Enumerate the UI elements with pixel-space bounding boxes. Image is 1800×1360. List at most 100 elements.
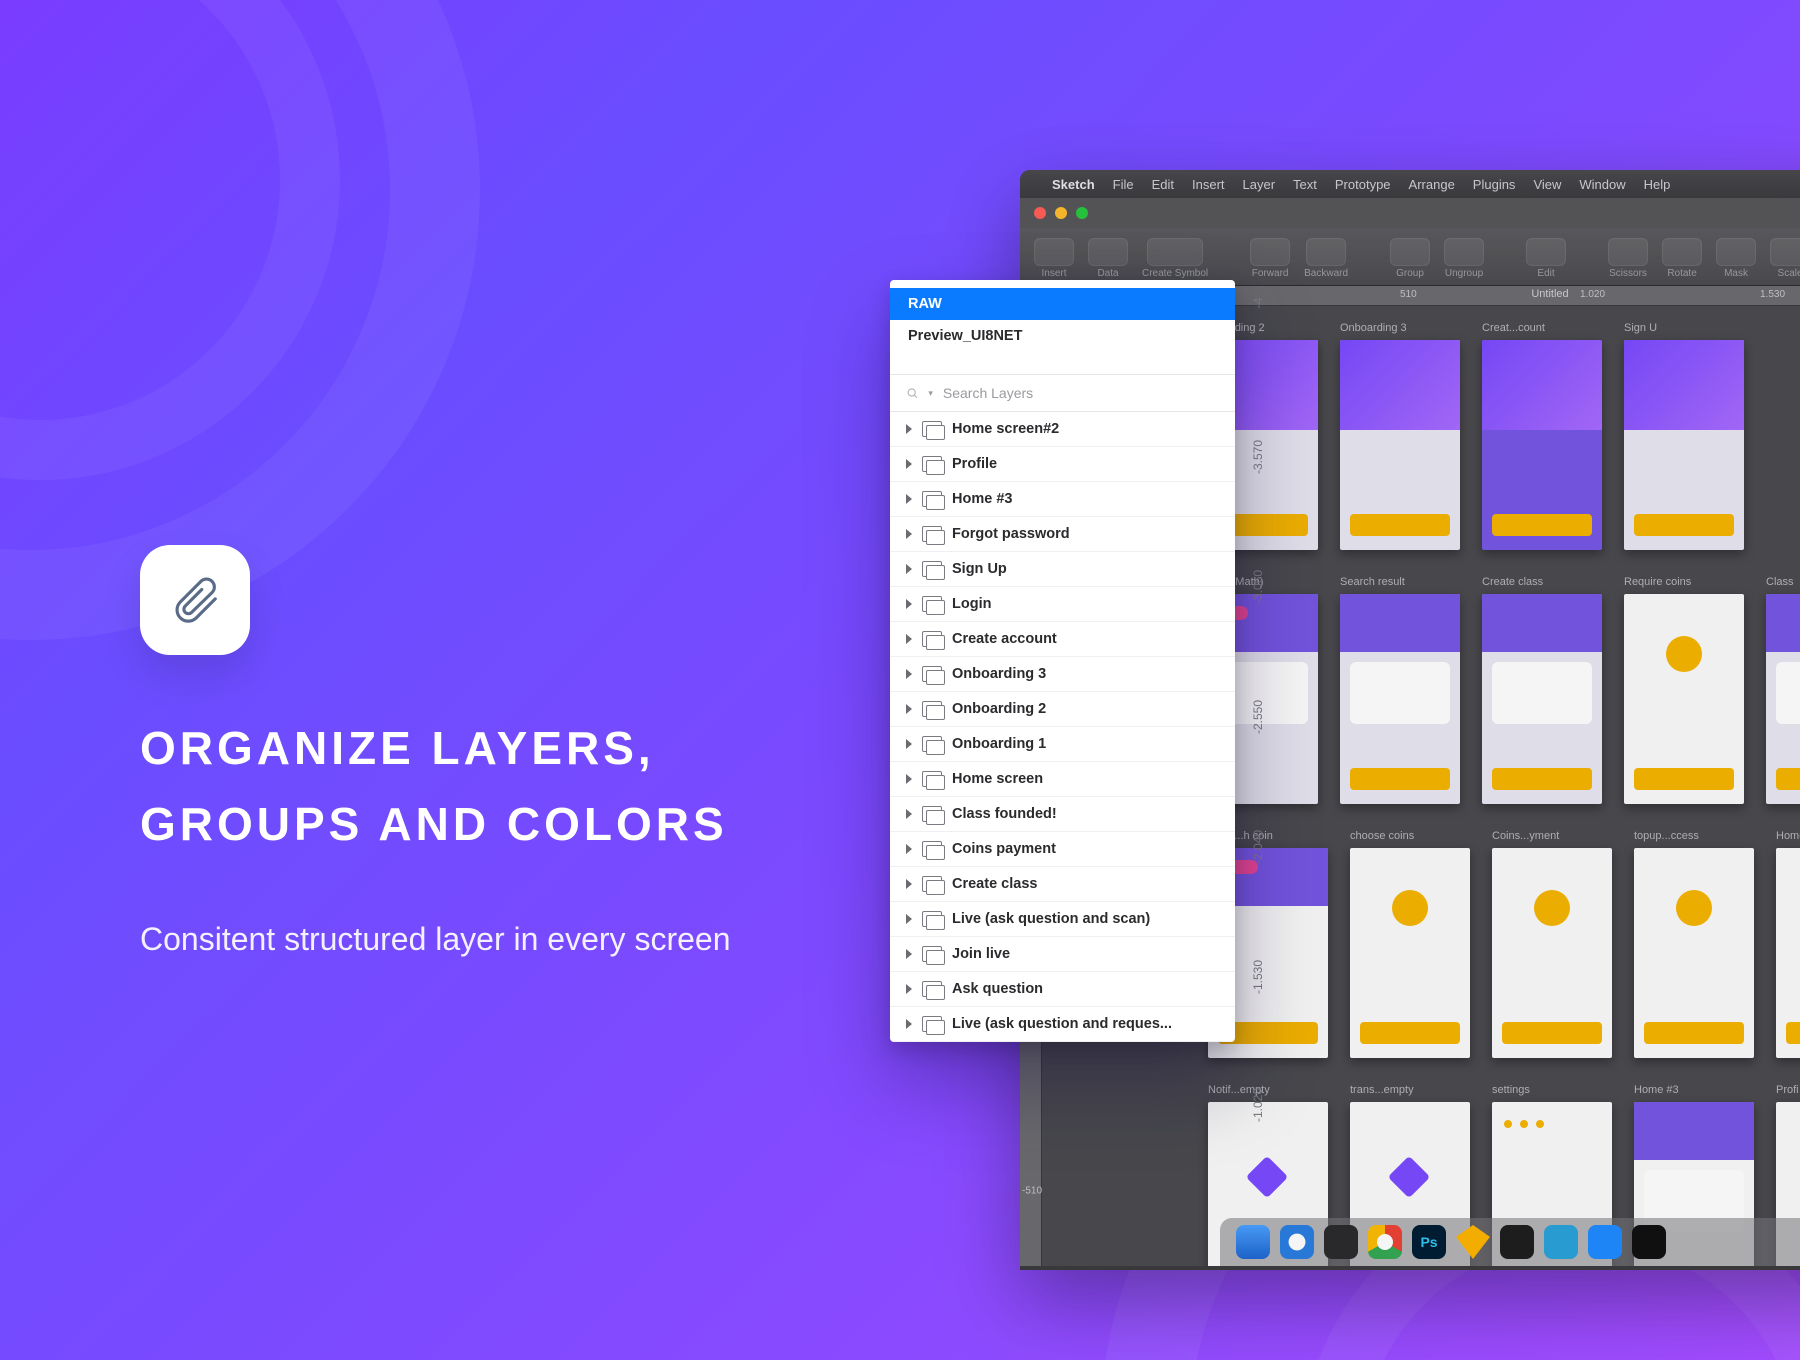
artboard[interactable]: Class <box>1766 576 1800 804</box>
disclosure-caret-icon[interactable] <box>906 949 912 959</box>
menu-item[interactable]: Layer <box>1243 177 1276 192</box>
macos-dock[interactable]: Ps <box>1220 1218 1800 1266</box>
menu-item[interactable]: Window <box>1579 177 1625 192</box>
toolbar-item[interactable]: Group <box>1390 238 1430 279</box>
artboard-body[interactable] <box>1340 340 1460 550</box>
artboard[interactable]: choose coins <box>1350 830 1470 1058</box>
toolbar-button-icon[interactable] <box>1716 238 1756 266</box>
layer-list[interactable]: Home screen#2ProfileHome #3Forgot passwo… <box>890 412 1235 1042</box>
artboard[interactable]: Search result <box>1340 576 1460 804</box>
toolbar-item[interactable]: Backward <box>1304 238 1348 279</box>
disclosure-caret-icon[interactable] <box>906 984 912 994</box>
toolbar-button-icon[interactable] <box>1390 238 1430 266</box>
toolbar-button-icon[interactable] <box>1088 238 1128 266</box>
menu-item[interactable]: Edit <box>1152 177 1174 192</box>
disclosure-caret-icon[interactable] <box>906 739 912 749</box>
menu-item[interactable]: File <box>1113 177 1134 192</box>
artboard[interactable]: Create class <box>1482 576 1602 804</box>
search-input[interactable] <box>943 385 1219 401</box>
layer-row[interactable]: Onboarding 3 <box>890 657 1235 692</box>
menu-item[interactable]: Arrange <box>1409 177 1455 192</box>
dock-app-appstore[interactable] <box>1588 1225 1622 1259</box>
artboard[interactable]: Coins...yment <box>1492 830 1612 1058</box>
window-traffic-lights[interactable] <box>1020 198 1800 228</box>
artboard-body[interactable] <box>1492 848 1612 1058</box>
zoom-icon[interactable] <box>1076 207 1088 219</box>
artboard-body[interactable] <box>1340 594 1460 804</box>
menu-item[interactable]: Sketch <box>1052 177 1095 192</box>
layer-row[interactable]: Forgot password <box>890 517 1235 552</box>
artboard[interactable]: Home <box>1776 830 1800 1058</box>
artboard-body[interactable] <box>1624 340 1744 550</box>
toolbar-button-icon[interactable] <box>1608 238 1648 266</box>
toolbar-button-icon[interactable] <box>1444 238 1484 266</box>
artboard-body[interactable] <box>1776 848 1800 1058</box>
toolbar-button-icon[interactable] <box>1306 238 1346 266</box>
toolbar-item[interactable]: Scissors <box>1608 238 1648 279</box>
disclosure-caret-icon[interactable] <box>906 424 912 434</box>
menu-item[interactable]: Prototype <box>1335 177 1391 192</box>
disclosure-caret-icon[interactable] <box>906 1019 912 1029</box>
dock-app-ps[interactable]: Ps <box>1412 1225 1446 1259</box>
artboard[interactable]: Require coins <box>1624 576 1744 804</box>
layer-row[interactable]: Ask question <box>890 972 1235 1007</box>
layer-row[interactable]: Create class <box>890 867 1235 902</box>
layer-row[interactable]: Sign Up <box>890 552 1235 587</box>
disclosure-caret-icon[interactable] <box>906 634 912 644</box>
page-row[interactable]: Preview_UI8NET <box>890 320 1235 352</box>
menu-item[interactable]: Plugins <box>1473 177 1516 192</box>
artboard[interactable]: topup...ccess <box>1634 830 1754 1058</box>
disclosure-caret-icon[interactable] <box>906 599 912 609</box>
dock-app-finder[interactable] <box>1236 1225 1270 1259</box>
artboard-body[interactable] <box>1766 594 1800 804</box>
dock-app-sketch[interactable] <box>1456 1225 1490 1259</box>
macos-menubar[interactable]: Sketch File Edit Insert Layer Text Proto… <box>1020 170 1800 198</box>
artboard-body[interactable] <box>1634 848 1754 1058</box>
artboard-body[interactable] <box>1482 340 1602 550</box>
menu-item[interactable]: Text <box>1293 177 1317 192</box>
toolbar-button-icon[interactable] <box>1147 238 1203 266</box>
layer-row[interactable]: Profile <box>890 447 1235 482</box>
artboard[interactable]: Creat...count <box>1482 322 1602 550</box>
layer-row[interactable]: Login <box>890 587 1235 622</box>
disclosure-caret-icon[interactable] <box>906 879 912 889</box>
toolbar-item[interactable]: Forward <box>1250 238 1290 279</box>
layer-row[interactable]: Create account <box>890 622 1235 657</box>
menu-item[interactable]: View <box>1533 177 1561 192</box>
layer-row[interactable]: Home screen#2 <box>890 412 1235 447</box>
disclosure-caret-icon[interactable] <box>906 844 912 854</box>
layer-row[interactable]: Home screen <box>890 762 1235 797</box>
layer-row[interactable]: Live (ask question and scan) <box>890 902 1235 937</box>
artboard-body[interactable] <box>1624 594 1744 804</box>
disclosure-caret-icon[interactable] <box>906 774 912 784</box>
layer-row[interactable]: Coins payment <box>890 832 1235 867</box>
layer-row[interactable]: Onboarding 2 <box>890 692 1235 727</box>
disclosure-caret-icon[interactable] <box>906 704 912 714</box>
toolbar-button-icon[interactable] <box>1662 238 1702 266</box>
toolbar-item[interactable]: Mask <box>1716 238 1756 279</box>
disclosure-caret-icon[interactable] <box>906 669 912 679</box>
toolbar-item[interactable]: Rotate <box>1662 238 1702 279</box>
layer-row[interactable]: Home #3 <box>890 482 1235 517</box>
close-icon[interactable] <box>1034 207 1046 219</box>
layer-row[interactable]: Live (ask question and reques... <box>890 1007 1235 1042</box>
menu-item[interactable]: Insert <box>1192 177 1225 192</box>
toolbar-item[interactable]: Create Symbol <box>1142 238 1208 279</box>
dock-app-tg[interactable] <box>1544 1225 1578 1259</box>
menu-item[interactable]: Help <box>1644 177 1671 192</box>
dock-app-figma[interactable] <box>1500 1225 1534 1259</box>
minimize-icon[interactable] <box>1055 207 1067 219</box>
dock-app-safari[interactable] <box>1280 1225 1314 1259</box>
layers-panel[interactable]: RAW Preview_UI8NET ▾ Home screen#2Profil… <box>890 280 1235 1042</box>
toolbar-item[interactable]: Ungroup <box>1444 238 1484 279</box>
dock-app-chrome[interactable] <box>1368 1225 1402 1259</box>
toolbar-button-icon[interactable] <box>1034 238 1074 266</box>
artboard[interactable]: Sign U <box>1624 322 1744 550</box>
toolbar-item[interactable]: Data <box>1088 238 1128 279</box>
layer-row[interactable]: Join live <box>890 937 1235 972</box>
artboard-body[interactable] <box>1350 848 1470 1058</box>
toolbar-item[interactable]: Edit <box>1526 238 1566 279</box>
toolbar-item[interactable]: Scale <box>1770 238 1800 279</box>
dock-app-compass[interactable] <box>1324 1225 1358 1259</box>
artboard-body[interactable] <box>1482 594 1602 804</box>
